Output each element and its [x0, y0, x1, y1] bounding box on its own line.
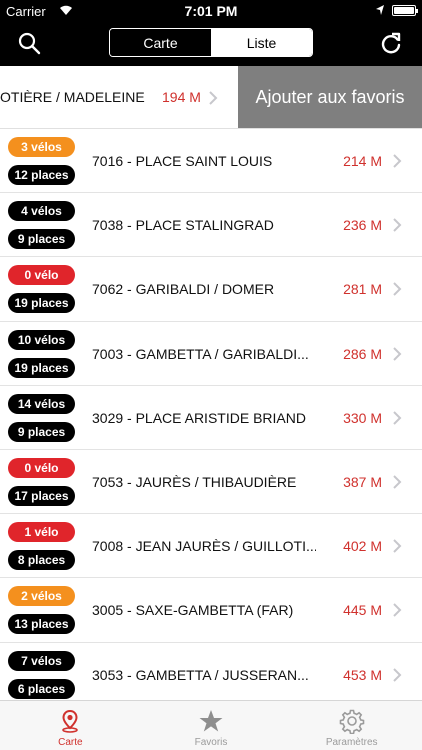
places-available-badge: 8 places	[8, 550, 75, 571]
segment-carte[interactable]: Carte	[110, 29, 211, 56]
chevron-right-icon	[393, 475, 402, 489]
chevron-right-icon	[393, 218, 402, 232]
station-name: 7053 - JAURÈS / THIBAUDIÈRE	[92, 473, 297, 490]
swiped-station-row[interactable]: OTIÈRE / MADELEINE 194 M Ajouter aux fav…	[0, 66, 422, 129]
bikes-available-badge: 7 vélos	[8, 650, 75, 671]
station-name: 7062 - GARIBALDI / DOMER	[92, 281, 275, 298]
view-switcher: Carte Liste	[109, 28, 313, 57]
station-row[interactable]: 14 vélos 9 places 3029 - PLACE ARISTIDE BR…	[0, 386, 422, 450]
bikes-available-badge: 0 vélo	[8, 265, 75, 286]
station-list: 3 vélos 12 places 7016 - PLACE SAINT LOUIS…	[0, 129, 422, 707]
bikes-available-badge: 3 vélos	[8, 137, 75, 157]
bikes-available-badge: 4 vélos	[8, 201, 75, 222]
chevron-right-icon	[393, 411, 402, 425]
places-available-badge: 17 places	[8, 485, 75, 506]
chevron-right-icon	[393, 539, 402, 553]
chevron-right-icon	[393, 667, 402, 682]
location-arrow-icon	[376, 5, 384, 15]
segment-liste[interactable]: Liste	[211, 29, 312, 56]
station-row[interactable]: 0 vélo 19 places 7062 - GARIBALDI / DOMER 2…	[0, 257, 422, 322]
chevron-right-icon	[393, 603, 402, 618]
station-row[interactable]: 4 vélos 9 places 7038 - PLACE STALINGRAD 23…	[0, 193, 422, 258]
places-available-badge: 9 places	[8, 229, 75, 250]
chevron-right-icon	[393, 346, 402, 361]
add-to-favorites-button[interactable]: Ajouter aux favoris	[238, 66, 422, 128]
chevron-right-icon	[209, 91, 218, 105]
tab-bar: Carte Favoris Paramètres	[0, 700, 422, 750]
bikes-available-badge: 2 vélos	[8, 586, 75, 607]
station-name: OTIÈRE / MADELEINE	[0, 89, 145, 105]
bikes-available-badge: 1 vélo	[8, 522, 75, 543]
station-name: 3029 - PLACE ARISTIDE BRIAND	[92, 409, 306, 426]
clock: 7:01 PM	[184, 3, 238, 19]
map-pin-icon	[62, 709, 79, 733]
refresh-icon[interactable]	[377, 30, 405, 58]
station-row[interactable]: 2 vélos 13 places 3005 - SAXE-GAMBETTA (FA…	[0, 578, 422, 643]
station-distance: 387 M	[343, 473, 382, 490]
station-name: 7038 - PLACE STALINGRAD	[92, 217, 274, 234]
tab-favoris[interactable]: Favoris	[141, 701, 282, 750]
battery-icon	[392, 5, 418, 16]
station-row[interactable]: 10 vélos 19 places 7003 - GAMBETTA / GARIB…	[0, 322, 422, 386]
bikes-available-badge: 10 vélos	[8, 329, 75, 350]
top-bar: Carrier 7:01 PM Carte Liste	[0, 0, 422, 66]
bikes-available-badge: 0 vélo	[8, 457, 75, 478]
station-name: 3053 - GAMBETTA / JUSSERAN...	[92, 666, 309, 683]
station-name: 7003 - GAMBETTA / GARIBALDI...	[92, 345, 309, 362]
station-name: 7008 - JEAN JAURÈS / GUILLOTI...	[92, 538, 316, 555]
station-row[interactable]: 7 vélos 6 places 3053 - GAMBETTA / JUSSERA…	[0, 643, 422, 707]
station-row[interactable]: 0 vélo 17 places 7053 - JAURÈS / THIBAUDIÈ…	[0, 450, 422, 515]
station-distance: 281 M	[343, 281, 382, 298]
star-icon	[199, 710, 223, 732]
tab-parametres-label: Paramètres	[325, 737, 378, 748]
places-available-badge: 13 places	[8, 614, 75, 635]
status-bar: Carrier 7:01 PM	[0, 0, 422, 22]
station-distance: 236 M	[343, 217, 382, 234]
places-available-badge: 6 places	[8, 678, 75, 699]
station-distance: 402 M	[343, 538, 382, 555]
chevron-right-icon	[393, 154, 402, 168]
tab-parametres[interactable]: Paramètres	[281, 701, 422, 750]
tab-favoris-label: Favoris	[194, 737, 228, 748]
places-available-badge: 19 places	[8, 293, 75, 314]
station-distance: 453 M	[343, 666, 382, 683]
station-row[interactable]: 1 vélo 8 places 7008 - JEAN JAURÈS / GUILL…	[0, 514, 422, 579]
tab-carte[interactable]: Carte	[0, 701, 141, 750]
station-name: 3005 - SAXE-GAMBETTA (FAR)	[92, 602, 294, 619]
station-distance: 214 M	[343, 153, 382, 169]
places-available-badge: 9 places	[8, 421, 75, 442]
station-distance: 445 M	[343, 602, 382, 619]
bikes-available-badge: 14 vélos	[8, 393, 75, 414]
places-available-badge: 19 places	[8, 357, 75, 378]
station-distance: 286 M	[343, 345, 382, 362]
station-name: 7016 - PLACE SAINT LOUIS	[92, 153, 273, 169]
gear-icon	[339, 709, 364, 734]
station-distance: 194 M	[162, 89, 201, 105]
chevron-right-icon	[393, 282, 402, 297]
station-distance: 330 M	[343, 409, 382, 426]
station-row[interactable]: 3 vélos 12 places 7016 - PLACE SAINT LOUIS…	[0, 129, 422, 194]
tab-carte-label: Carte	[58, 737, 83, 748]
places-available-badge: 12 places	[8, 165, 75, 185]
search-icon[interactable]	[16, 30, 44, 58]
